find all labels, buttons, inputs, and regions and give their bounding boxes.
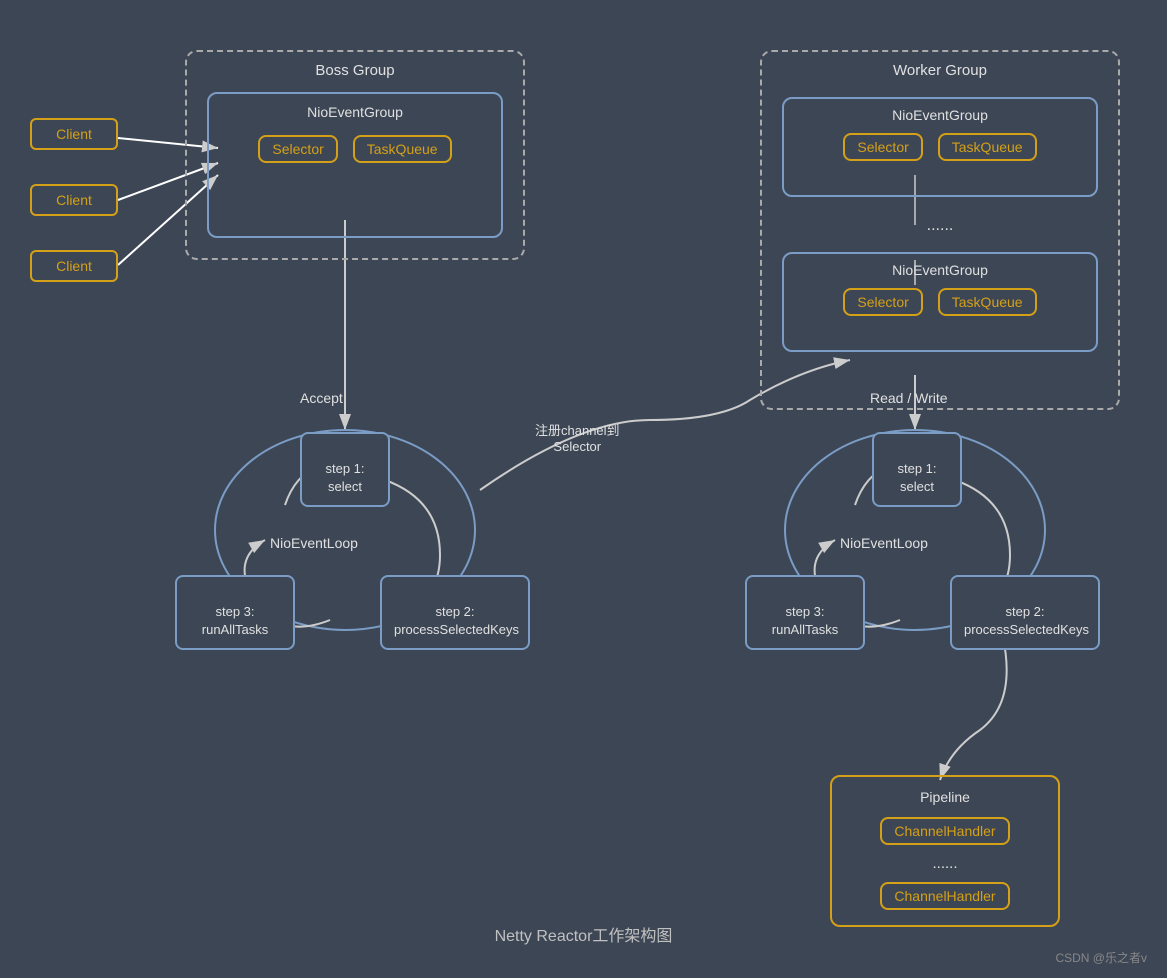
worker-selector-2: Selector [843,288,922,316]
csdn-label: CSDN @乐之者v [1055,949,1147,966]
pipeline-ellipsis: ...... [852,855,1038,872]
diagram: Client Client Client Boss Group NioEvent… [0,0,1167,978]
accept-label: Accept [300,390,343,406]
worker-taskqueue-2: TaskQueue [938,288,1037,316]
worker-group-title: Worker Group [762,62,1118,79]
pipeline-handler-1: ChannelHandler [880,817,1009,845]
boss-nioeventloop-label: NioEventLoop [270,535,358,551]
pipeline-container: Pipeline ChannelHandler ...... ChannelHa… [830,775,1060,927]
worker-taskqueue-1: TaskQueue [938,133,1037,161]
worker-step2: step 2: processSelectedKeys [950,575,1100,650]
client-3: Client [30,250,118,282]
pipeline-handler-2: ChannelHandler [880,882,1009,910]
diagram-title: Netty Reactor工作架构图 [0,922,1167,946]
boss-step1: step 1: select [300,432,390,507]
boss-group-box: Boss Group NioEventGroup Selector TaskQu… [185,50,525,260]
worker-step1: step 1: select [872,432,962,507]
read-write-label: Read / Write [870,390,948,406]
pipeline-title: Pipeline [852,789,1038,805]
worker-nioeventgroup-1-label: NioEventGroup [784,99,1096,123]
boss-selector: Selector [258,135,337,163]
boss-step2: step 2: processSelectedKeys [380,575,530,650]
worker-nioeventgroup-2-box: NioEventGroup Selector TaskQueue [782,252,1098,352]
boss-nioeventgroup-label: NioEventGroup [209,94,501,120]
boss-step3: step 3: runAllTasks [175,575,295,650]
worker-nioeventgroup-1-box: NioEventGroup Selector TaskQueue [782,97,1098,197]
worker-selector-1: Selector [843,133,922,161]
boss-nioeventgroup-box: NioEventGroup Selector TaskQueue [207,92,503,238]
worker-nioeventloop-label: NioEventLoop [840,535,928,551]
boss-group-title: Boss Group [187,62,523,79]
client-1: Client [30,118,118,150]
client-2: Client [30,184,118,216]
worker-step3: step 3: runAllTasks [745,575,865,650]
worker-group-box: Worker Group NioEventGroup Selector Task… [760,50,1120,410]
boss-taskqueue: TaskQueue [353,135,452,163]
register-label: 注册channel到 Selector [535,420,620,454]
worker-nioeventgroup-2-label: NioEventGroup [784,254,1096,278]
worker-ellipsis: ...... [762,217,1118,235]
